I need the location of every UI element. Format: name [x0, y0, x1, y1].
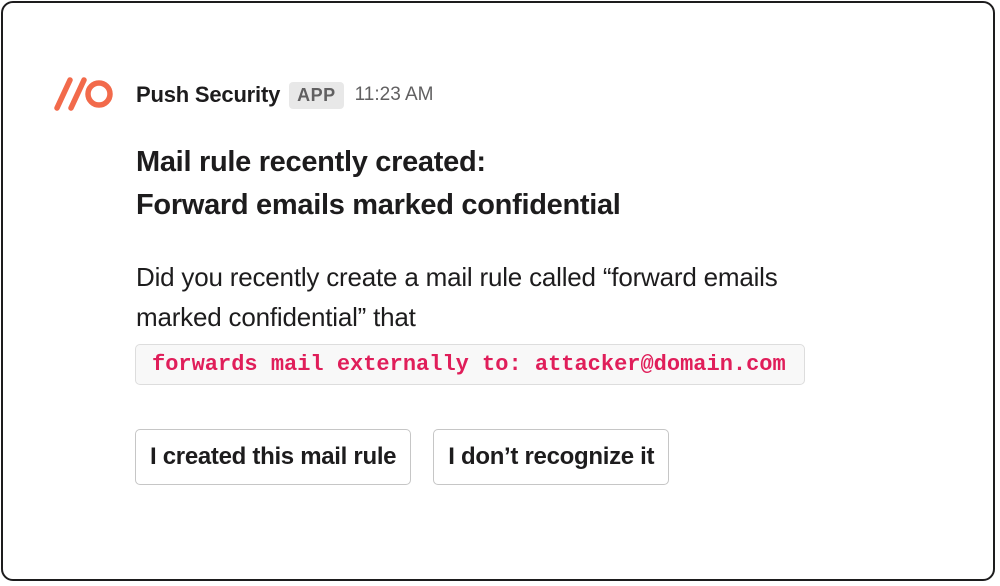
- inline-code-rule-detail: forwards mail externally to: attacker@do…: [135, 344, 805, 385]
- alert-body: Did you recently create a mail rule call…: [136, 257, 966, 337]
- message-header: Push Security APP 11:23 AM: [136, 79, 434, 111]
- alert-title-line-1: Mail rule recently created:: [136, 146, 486, 178]
- push-security-logo-icon: [54, 77, 113, 111]
- action-buttons: I created this mail rule I don’t recogni…: [135, 429, 670, 485]
- message-timestamp[interactable]: 11:23 AM: [355, 84, 434, 106]
- confirm-created-rule-button[interactable]: I created this mail rule: [135, 429, 412, 485]
- dont-recognize-button[interactable]: I don’t recognize it: [433, 429, 670, 485]
- alert-title: Mail rule recently created: Forward emai…: [136, 141, 956, 227]
- alert-body-line-2: marked confidential” that: [136, 302, 416, 332]
- message-card: Push Security APP 11:23 AM Mail rule rec…: [1, 1, 995, 581]
- sender-name[interactable]: Push Security: [136, 82, 280, 108]
- alert-body-line-1: Did you recently create a mail rule call…: [136, 262, 778, 292]
- app-badge: APP: [289, 81, 344, 109]
- alert-title-line-2: Forward emails marked confidential: [136, 189, 621, 221]
